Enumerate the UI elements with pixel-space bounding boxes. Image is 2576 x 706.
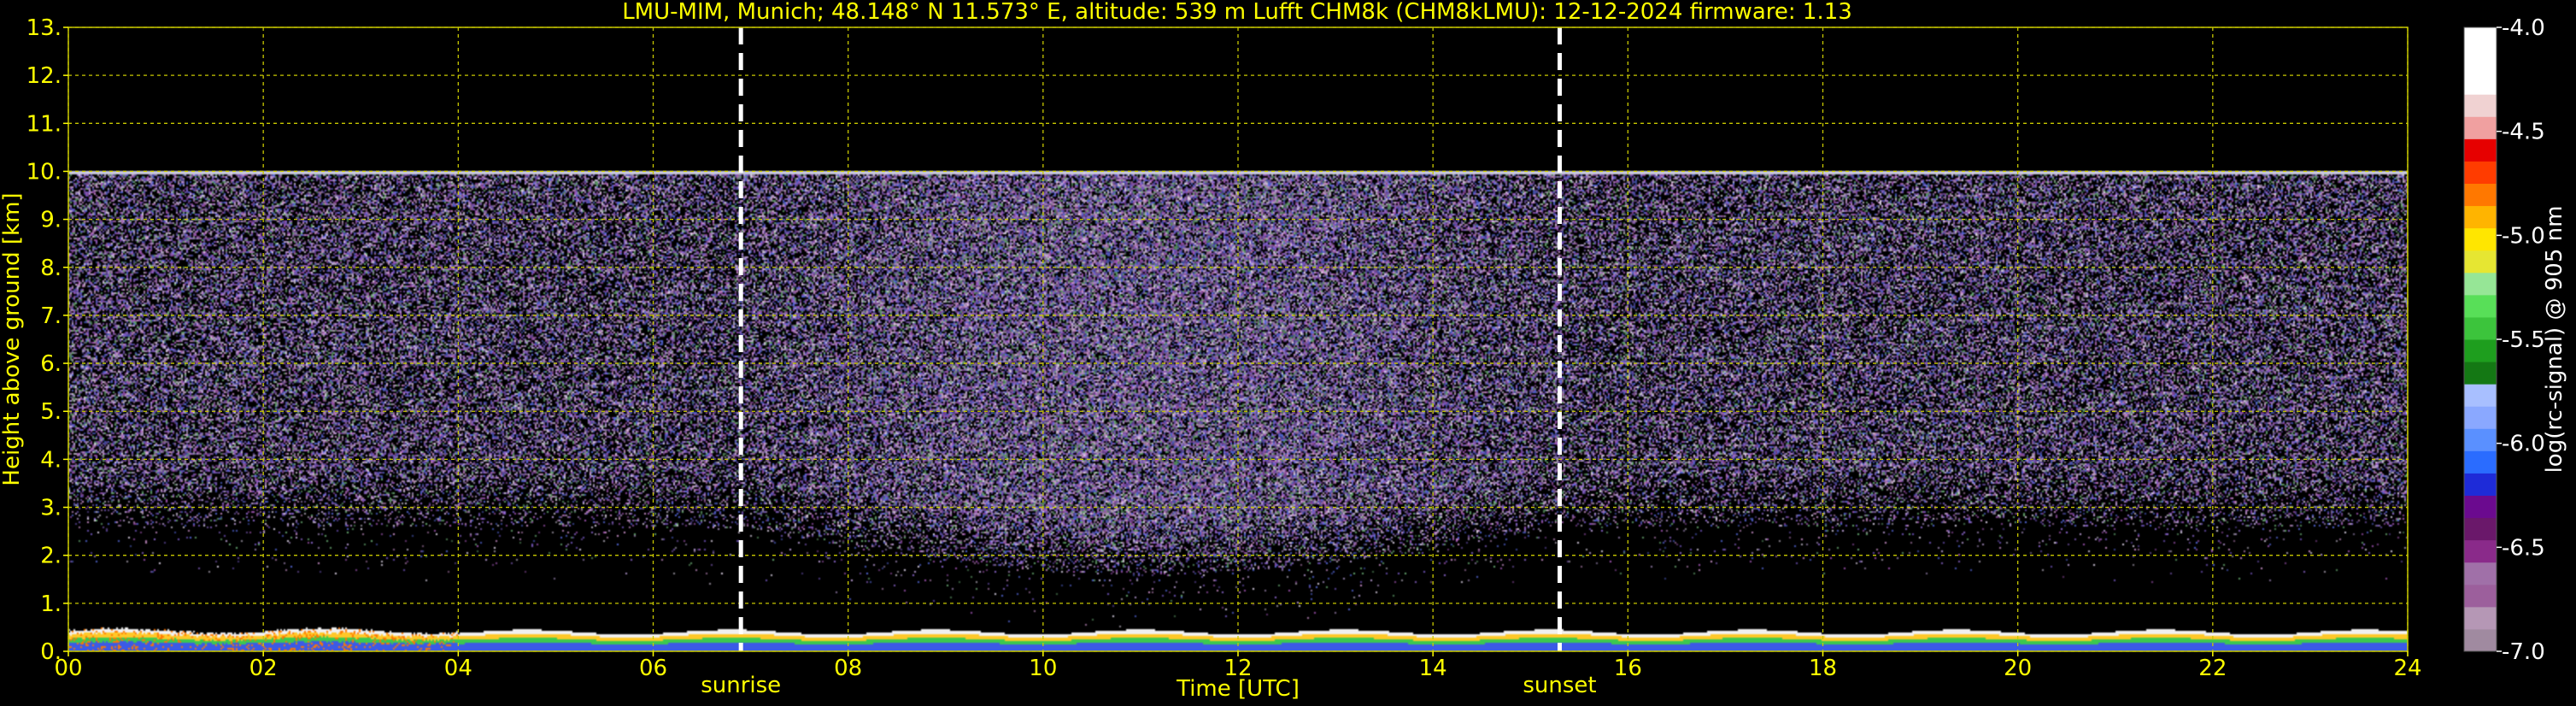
x-tick-label: 24 xyxy=(2393,656,2421,681)
colorbar-segment xyxy=(2464,384,2497,407)
y-tick-label: 0. xyxy=(40,639,62,665)
colorbar-segment xyxy=(2464,250,2497,274)
colorbar-segment xyxy=(2464,584,2497,608)
x-tick-label: 16 xyxy=(1614,656,1642,681)
colorbar-tick-label: -6.5 xyxy=(2502,535,2545,561)
x-axis-label: Time [UTC] xyxy=(1176,676,1300,702)
y-tick-label: 5. xyxy=(40,399,62,425)
x-tick-label: 08 xyxy=(834,656,862,681)
colorbar-segment xyxy=(2464,116,2497,139)
colorbar-tick-label: -4.0 xyxy=(2502,15,2545,41)
colorbar-segment xyxy=(2464,138,2497,162)
y-tick-label: 10. xyxy=(26,159,62,185)
x-tick-label: 22 xyxy=(2198,656,2227,681)
y-tick-label: 3. xyxy=(40,496,62,521)
colorbar-segment xyxy=(2464,606,2497,630)
colorbar-segment xyxy=(2464,72,2497,95)
x-tick-label: 02 xyxy=(249,656,278,681)
colorbar-tick-label: -5.5 xyxy=(2502,327,2545,353)
colorbar-segment xyxy=(2464,473,2497,496)
colorbar-segment xyxy=(2464,495,2497,519)
colorbar-segment xyxy=(2464,50,2497,73)
x-tick-label: 04 xyxy=(444,656,472,681)
y-tick-label: 1. xyxy=(40,591,62,617)
y-tick-label: 12. xyxy=(26,63,62,89)
colorbar-segment xyxy=(2464,539,2497,563)
colorbar-tick-label: -7.0 xyxy=(2502,639,2545,665)
colorbar-segment xyxy=(2464,183,2497,207)
colorbar-segment xyxy=(2464,316,2497,340)
x-tick-label: 20 xyxy=(2004,656,2032,681)
y-tick-label: 6. xyxy=(40,351,62,377)
y-tick-label: 7. xyxy=(40,303,62,329)
x-tick-label: 18 xyxy=(1809,656,1837,681)
colorbar-segment xyxy=(2464,161,2497,184)
plot-area xyxy=(68,27,2408,651)
colorbar-segment xyxy=(2464,450,2497,474)
colorbar-segment xyxy=(2464,94,2497,117)
colorbar-segment xyxy=(2464,272,2497,296)
colorbar-segment xyxy=(2464,562,2497,585)
colorbar-segment xyxy=(2464,294,2497,318)
colorbar-label: log(rc-signal) @ 905 nm xyxy=(2542,206,2567,474)
y-tick-label: 2. xyxy=(40,544,62,569)
colorbar-segment xyxy=(2464,339,2497,362)
colorbar-segment xyxy=(2464,227,2497,251)
colorbar-segment xyxy=(2464,27,2497,50)
y-tick-label: 4. xyxy=(40,447,62,473)
sunrise-label: sunrise xyxy=(701,673,781,698)
colorbar-segment xyxy=(2464,428,2497,451)
sunset-label: sunset xyxy=(1523,673,1596,698)
colorbar-segment xyxy=(2464,517,2497,541)
y-tick-label: 9. xyxy=(40,208,62,233)
chart-title: LMU-MIM, Munich; 48.148° N 11.573° E, al… xyxy=(622,0,1852,25)
backscatter-heatmap xyxy=(68,27,2408,651)
x-tick-label: 14 xyxy=(1419,656,1447,681)
colorbar-tick-label: -5.0 xyxy=(2502,223,2545,249)
y-tick-label: 8. xyxy=(40,256,62,281)
x-tick-label: 06 xyxy=(639,656,667,681)
colorbar-tick-label: -4.5 xyxy=(2502,120,2545,145)
colorbar-segment xyxy=(2464,205,2497,229)
colorbar-tick-label: -6.0 xyxy=(2502,432,2545,457)
y-axis-label: Height above ground [km] xyxy=(0,192,25,485)
colorbar-segment xyxy=(2464,406,2497,429)
x-tick-label: 10 xyxy=(1029,656,1057,681)
y-tick-label: 11. xyxy=(26,111,62,137)
y-tick-label: 13. xyxy=(26,15,62,41)
colorbar-segment xyxy=(2464,628,2497,652)
colorbar-segment xyxy=(2464,362,2497,385)
ceilometer-chart: LMU-MIM, Munich; 48.148° N 11.573° E, al… xyxy=(0,0,2576,706)
